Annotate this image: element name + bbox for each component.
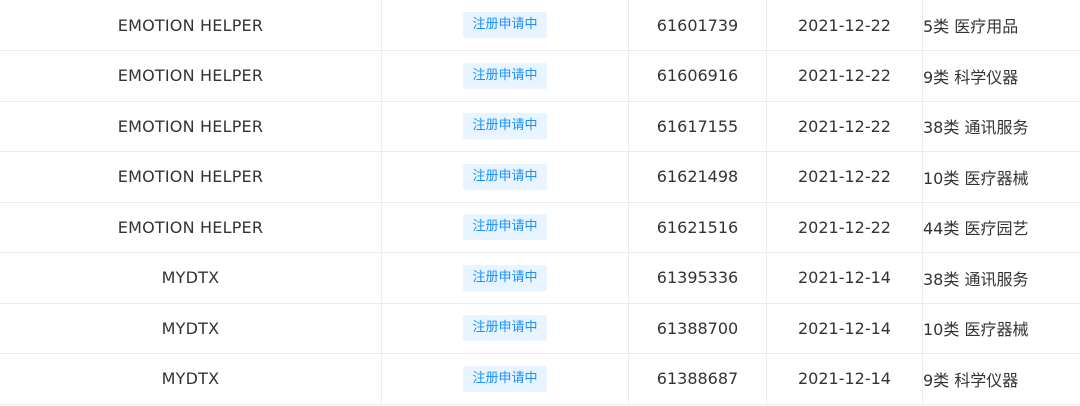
status-badge: 注册申请中 — [463, 264, 547, 291]
trademark-class-cell: 5类 医疗用品 — [922, 0, 1080, 51]
registration-number-cell: 61388700 — [628, 303, 767, 354]
application-date-cell: 2021-12-14 — [766, 303, 923, 354]
table-row: MYDTX 注册申请中 61388700 2021-12-14 10类 医疗器械 — [0, 303, 1080, 354]
application-date-cell: 2021-12-22 — [766, 202, 923, 253]
registration-number-cell: 61606916 — [628, 50, 767, 102]
registration-number-cell: 61395336 — [628, 252, 767, 304]
trademark-name-cell: EMOTION HELPER — [0, 50, 382, 102]
trademark-class-cell: 38类 通讯服务 — [922, 252, 1080, 304]
application-date-cell: 2021-12-22 — [766, 151, 923, 203]
status-cell: 注册申请中 — [381, 252, 629, 304]
status-badge: 注册申请中 — [463, 163, 547, 190]
status-badge: 注册申请中 — [463, 365, 547, 392]
status-cell: 注册申请中 — [381, 151, 629, 203]
trademark-name-cell: EMOTION HELPER — [0, 151, 382, 203]
table-row: EMOTION HELPER 注册申请中 61617155 2021-12-22… — [0, 101, 1080, 152]
application-date-cell: 2021-12-14 — [766, 353, 923, 405]
registration-number-cell: 61617155 — [628, 101, 767, 152]
trademark-name-cell: EMOTION HELPER — [0, 0, 382, 51]
status-badge: 注册申请中 — [463, 214, 547, 241]
application-date-cell: 2021-12-22 — [766, 0, 923, 51]
table-row: EMOTION HELPER 注册申请中 61601739 2021-12-22… — [0, 0, 1080, 51]
status-cell: 注册申请中 — [381, 303, 629, 354]
status-badge: 注册申请中 — [463, 315, 547, 342]
status-badge: 注册申请中 — [463, 113, 547, 140]
registration-number-cell: 61601739 — [628, 0, 767, 51]
trademark-class-cell: 10类 医疗器械 — [922, 151, 1080, 203]
trademark-class-cell: 10类 医疗器械 — [922, 303, 1080, 354]
application-date-cell: 2021-12-22 — [766, 101, 923, 152]
trademark-name-cell: MYDTX — [0, 252, 382, 304]
trademark-name-cell: MYDTX — [0, 303, 382, 354]
table-row: MYDTX 注册申请中 61395336 2021-12-14 38类 通讯服务 — [0, 252, 1080, 304]
status-cell: 注册申请中 — [381, 353, 629, 405]
trademark-class-cell: 38类 通讯服务 — [922, 101, 1080, 152]
status-cell: 注册申请中 — [381, 0, 629, 51]
trademark-class-cell: 44类 医疗园艺 — [922, 202, 1080, 253]
table-row: EMOTION HELPER 注册申请中 61606916 2021-12-22… — [0, 50, 1080, 102]
trademark-class-cell: 9类 科学仪器 — [922, 353, 1080, 405]
registration-number-cell: 61621498 — [628, 151, 767, 203]
status-badge: 注册申请中 — [463, 12, 547, 38]
table-row: MYDTX 注册申请中 61388687 2021-12-14 9类 科学仪器 — [0, 353, 1080, 405]
trademark-name-cell: EMOTION HELPER — [0, 101, 382, 152]
trademark-table: EMOTION HELPER 注册申请中 61601739 2021-12-22… — [0, 0, 1080, 405]
trademark-class-cell: 9类 科学仪器 — [922, 50, 1080, 102]
application-date-cell: 2021-12-14 — [766, 252, 923, 304]
status-cell: 注册申请中 — [381, 50, 629, 102]
registration-number-cell: 61388687 — [628, 353, 767, 405]
application-date-cell: 2021-12-22 — [766, 50, 923, 102]
trademark-name-cell: MYDTX — [0, 353, 382, 405]
table-row: EMOTION HELPER 注册申请中 61621516 2021-12-22… — [0, 202, 1080, 253]
status-badge: 注册申请中 — [463, 62, 547, 89]
status-cell: 注册申请中 — [381, 101, 629, 152]
registration-number-cell: 61621516 — [628, 202, 767, 253]
table-row: EMOTION HELPER 注册申请中 61621498 2021-12-22… — [0, 151, 1080, 203]
trademark-name-cell: EMOTION HELPER — [0, 202, 382, 253]
status-cell: 注册申请中 — [381, 202, 629, 253]
